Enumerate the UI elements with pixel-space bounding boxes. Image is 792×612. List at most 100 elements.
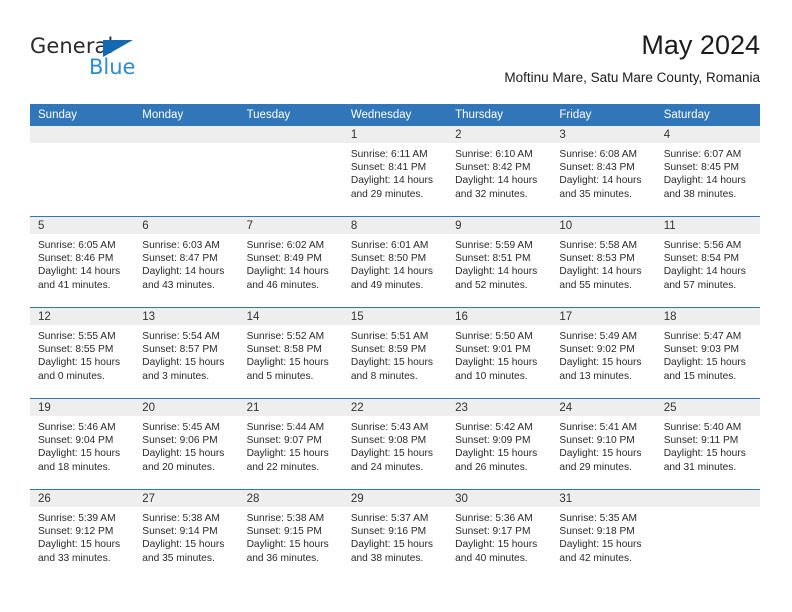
day-daylight2-text: and 20 minutes. [142,461,215,473]
day-daylight1-text: Daylight: 15 hours [142,357,225,369]
day-sunrise-text: Sunrise: 6:11 AM [350,149,428,160]
calendar-day-cell[interactable]: 23 Sunrise: 5:42 AM Sunset: 9:09 PM Dayligh… [447,398,552,490]
day-sunset-text: Sunset: 9:06 PM [142,435,218,447]
day-details: Sunrise: 5:46 AM Sunset: 9:04 PM Daylight:… [30,416,134,474]
day-details: Sunrise: 5:45 AM Sunset: 9:06 PM Daylight:… [134,416,238,474]
day-sunrise-text: Sunrise: 5:41 AM [559,422,637,433]
day-sunrise-text: Sunrise: 5:46 AM [38,422,116,433]
calendar-day-cell[interactable]: 27 Sunrise: 5:38 AM Sunset: 9:14 PM Dayligh… [134,489,239,580]
calendar-day-cell[interactable]: 10 Sunrise: 5:58 AM Sunset: 8:53 PM Dayligh… [551,216,656,308]
day-details: Sunrise: 5:59 AM Sunset: 8:51 PM Daylight:… [447,234,551,292]
calendar-day-cell[interactable]: 16 Sunrise: 5:50 AM Sunset: 9:01 PM Dayligh… [447,307,552,399]
weekday-header-friday: Friday [551,104,656,126]
calendar-week-row: 5 Sunrise: 6:05 AM Sunset: 8:46 PM Daylight… [30,216,760,308]
day-sunrise-text: Sunrise: 6:02 AM [246,240,325,251]
day-sunset-text: Sunset: 8:53 PM [559,253,635,265]
day-daylight1-text: Daylight: 15 hours [455,357,538,369]
calendar-day-cell[interactable]: 18 Sunrise: 5:47 AM Sunset: 9:03 PM Dayligh… [655,307,760,399]
day-number [134,126,239,143]
calendar-day-cell[interactable]: 2 Sunrise: 6:10 AM Sunset: 8:42 PM Daylight… [447,126,552,217]
calendar-week-row: 1 Sunrise: 6:11 AM Sunset: 8:41 PM Daylight… [30,126,760,217]
day-number: 20 [134,399,239,416]
day-daylight1-text: Daylight: 15 hours [246,357,329,369]
calendar-day-cell[interactable]: 3 Sunrise: 6:08 AM Sunset: 8:43 PM Daylight… [551,126,656,217]
calendar-day-cell[interactable]: 4 Sunrise: 6:07 AM Sunset: 8:45 PM Daylight… [655,126,760,217]
day-number: 1 [342,126,448,143]
day-number: 23 [447,399,552,416]
calendar-day-cell[interactable]: 31 Sunrise: 5:35 AM Sunset: 9:18 PM Dayligh… [551,489,656,580]
day-daylight2-text: and 8 minutes. [350,370,418,382]
day-daylight1-text: Daylight: 15 hours [559,357,642,369]
calendar-week-row: 26 Sunrise: 5:39 AM Sunset: 9:12 PM Dayligh… [30,489,760,580]
calendar-day-cell[interactable]: 26 Sunrise: 5:39 AM Sunset: 9:12 PM Dayligh… [30,489,135,580]
calendar-day-cell[interactable]: 13 Sunrise: 5:54 AM Sunset: 8:57 PM Dayligh… [134,307,239,399]
day-daylight2-text: and 42 minutes. [559,552,632,564]
day-daylight2-text: and 31 minutes. [663,461,737,473]
calendar-day-cell[interactable]: 9 Sunrise: 5:59 AM Sunset: 8:51 PM Daylight… [447,216,552,308]
day-sunset-text: Sunset: 8:49 PM [246,253,322,265]
sunrise-sunset-calendar: Sunday Monday Tuesday Wednesday Thursday… [30,104,760,580]
calendar-day-cell[interactable]: 21 Sunrise: 5:44 AM Sunset: 9:07 PM Dayligh… [238,398,343,490]
calendar-day-cell[interactable]: 7 Sunrise: 6:02 AM Sunset: 8:49 PM Daylight… [238,216,343,308]
day-details: Sunrise: 5:38 AM Sunset: 9:14 PM Daylight:… [134,507,238,565]
calendar-day-cell[interactable]: 22 Sunrise: 5:43 AM Sunset: 9:08 PM Dayligh… [342,398,448,490]
general-blue-logo[interactable]: General Blue [30,36,250,92]
day-daylight1-text: Daylight: 14 hours [142,266,225,278]
day-sunset-text: Sunset: 8:55 PM [38,344,114,356]
calendar-day-cell[interactable]: 15 Sunrise: 5:51 AM Sunset: 8:59 PM Dayligh… [342,307,448,399]
day-sunrise-text: Sunrise: 5:52 AM [246,331,325,342]
day-sunset-text: Sunset: 9:10 PM [559,435,635,447]
day-details: Sunrise: 5:58 AM Sunset: 8:53 PM Daylight:… [551,234,655,292]
calendar-day-cell[interactable]: 14 Sunrise: 5:52 AM Sunset: 8:58 PM Dayligh… [238,307,343,399]
day-sunset-text: Sunset: 9:18 PM [559,526,635,538]
day-daylight2-text: and 22 minutes. [246,461,320,473]
day-number [655,490,760,507]
day-details: Sunrise: 6:02 AM Sunset: 8:49 PM Daylight:… [239,234,343,292]
day-number: 27 [134,490,239,507]
day-sunrise-text: Sunrise: 5:43 AM [350,422,429,433]
day-details: Sunrise: 6:08 AM Sunset: 8:43 PM Daylight:… [551,143,655,201]
calendar-day-cell[interactable]: 20 Sunrise: 5:45 AM Sunset: 9:06 PM Dayligh… [134,398,239,490]
day-sunrise-text: Sunrise: 5:56 AM [663,240,742,251]
calendar-day-cell[interactable]: 1 Sunrise: 6:11 AM Sunset: 8:41 PM Daylight… [342,126,448,217]
page-header: General Blue May 2024 Moftinu Mare, Satu… [30,28,760,98]
day-sunrise-text: Sunrise: 5:35 AM [559,513,637,524]
day-daylight2-text: and 24 minutes. [350,461,424,473]
calendar-day-cell[interactable]: 6 Sunrise: 6:03 AM Sunset: 8:47 PM Daylight… [134,216,239,308]
day-sunrise-text: Sunrise: 6:10 AM [455,149,533,160]
calendar-day-cell[interactable]: 19 Sunrise: 5:46 AM Sunset: 9:04 PM Dayligh… [30,398,135,490]
day-daylight1-text: Daylight: 15 hours [350,539,433,551]
calendar-day-cell[interactable]: 28 Sunrise: 5:38 AM Sunset: 9:15 PM Dayligh… [238,489,343,580]
day-sunset-text: Sunset: 9:04 PM [38,435,114,447]
calendar-day-cell[interactable]: 12 Sunrise: 5:55 AM Sunset: 8:55 PM Dayligh… [30,307,135,399]
day-daylight2-text: and 29 minutes. [350,188,424,200]
day-sunset-text: Sunset: 8:51 PM [455,253,531,265]
day-daylight1-text: Daylight: 15 hours [663,357,746,369]
weekday-header-sunday: Sunday [30,104,135,126]
day-daylight1-text: Daylight: 15 hours [350,448,433,460]
day-number: 8 [342,217,448,234]
calendar-day-cell[interactable]: 11 Sunrise: 5:56 AM Sunset: 8:54 PM Dayligh… [655,216,760,308]
day-details: Sunrise: 5:50 AM Sunset: 9:01 PM Daylight:… [447,325,551,383]
day-number: 29 [342,490,448,507]
day-daylight1-text: Daylight: 15 hours [455,539,538,551]
calendar-day-cell[interactable]: 29 Sunrise: 5:37 AM Sunset: 9:16 PM Dayligh… [342,489,448,580]
day-daylight2-text: and 10 minutes. [455,370,528,382]
day-number: 19 [30,399,135,416]
day-number: 12 [30,308,135,325]
calendar-day-cell[interactable]: 5 Sunrise: 6:05 AM Sunset: 8:46 PM Daylight… [30,216,135,308]
day-details: Sunrise: 5:51 AM Sunset: 8:59 PM Daylight:… [343,325,447,383]
weekday-header-row: Sunday Monday Tuesday Wednesday Thursday… [30,104,760,126]
day-daylight2-text: and 32 minutes. [455,188,528,200]
day-sunrise-text: Sunrise: 5:51 AM [350,331,429,342]
day-number: 28 [238,490,343,507]
calendar-day-cell[interactable]: 8 Sunrise: 6:01 AM Sunset: 8:50 PM Daylight… [342,216,448,308]
day-sunrise-text: Sunrise: 5:58 AM [559,240,637,251]
calendar-day-cell[interactable]: 17 Sunrise: 5:49 AM Sunset: 9:02 PM Dayligh… [551,307,656,399]
calendar-day-cell[interactable]: 30 Sunrise: 5:36 AM Sunset: 9:17 PM Dayligh… [447,489,552,580]
day-daylight1-text: Daylight: 14 hours [246,266,329,278]
day-number: 15 [342,308,448,325]
day-daylight2-text: and 29 minutes. [559,461,632,473]
calendar-day-cell[interactable]: 25 Sunrise: 5:40 AM Sunset: 9:11 PM Dayligh… [655,398,760,490]
calendar-day-cell[interactable]: 24 Sunrise: 5:41 AM Sunset: 9:10 PM Dayligh… [551,398,656,490]
